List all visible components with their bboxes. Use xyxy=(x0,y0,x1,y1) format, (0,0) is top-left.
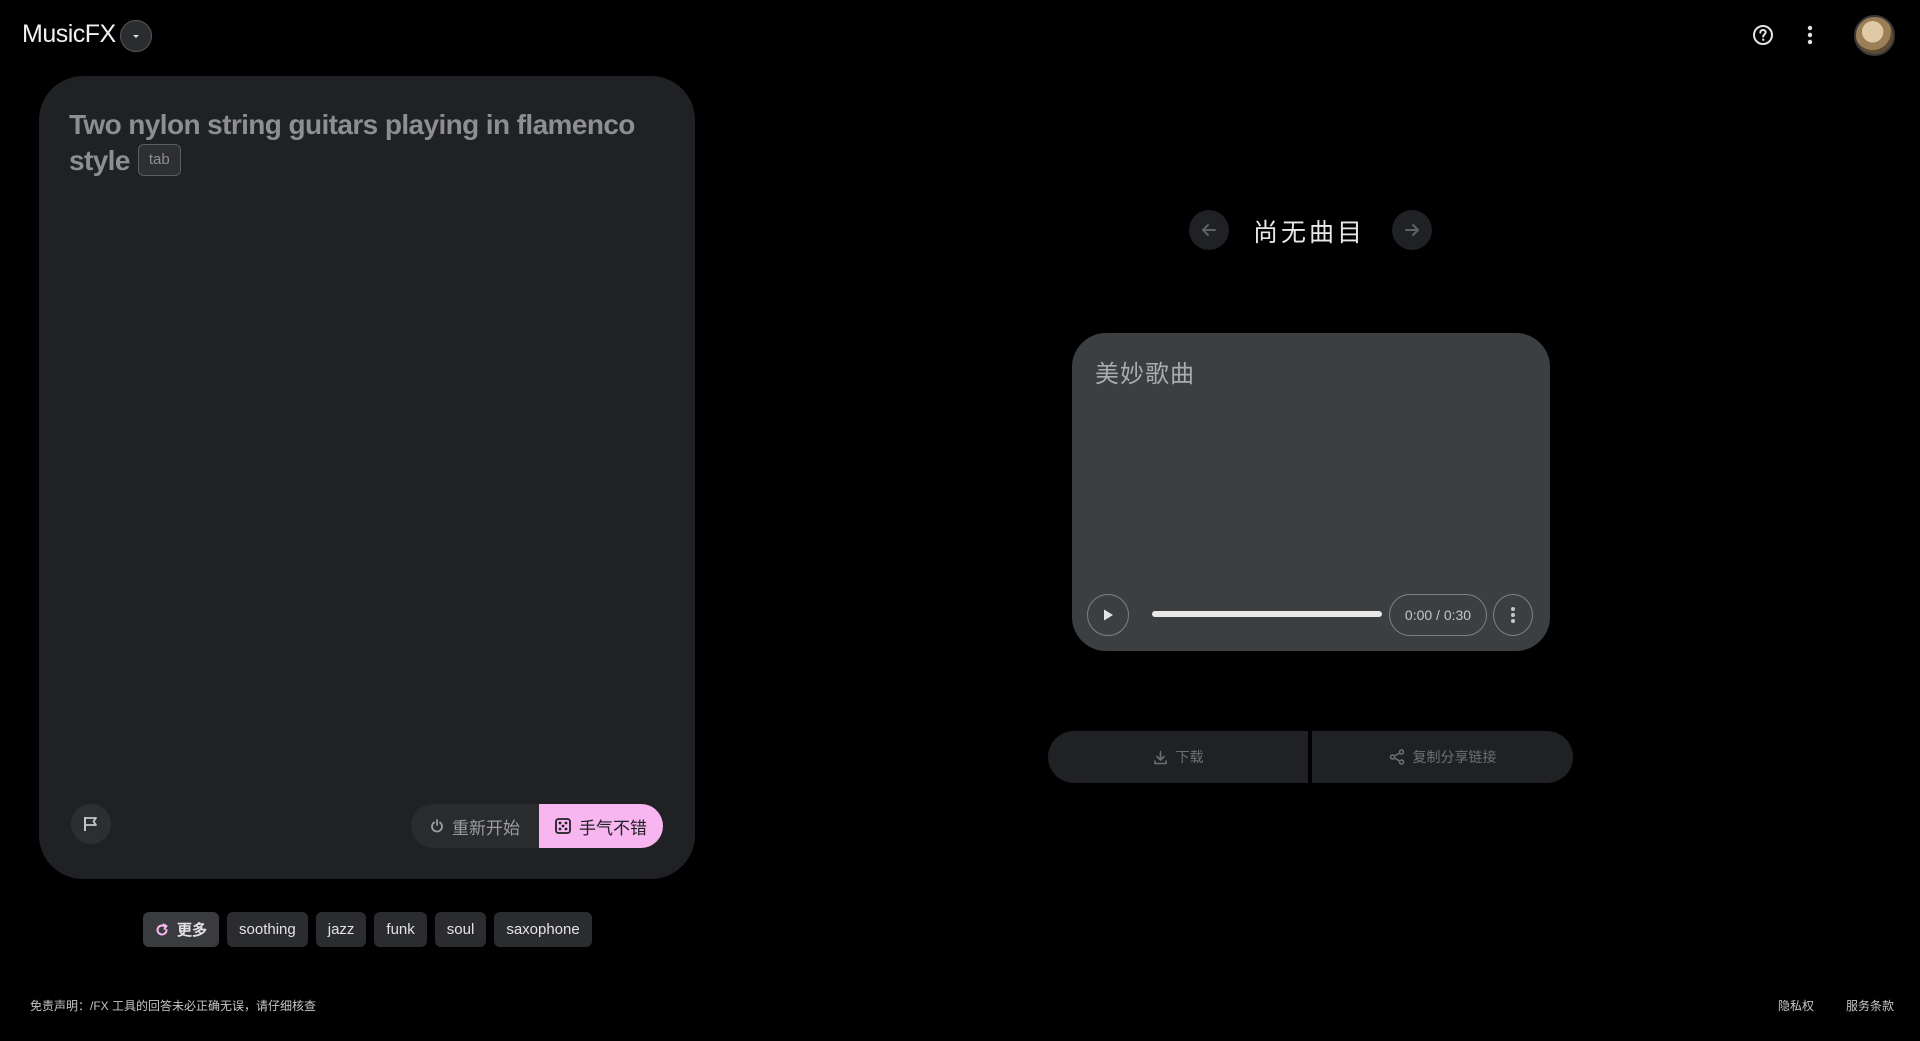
tab-hint-badge: tab xyxy=(137,144,181,177)
play-icon xyxy=(1104,609,1113,621)
prompt-input[interactable]: Two nylon string guitars playing in flam… xyxy=(69,107,659,179)
suggestion-chip[interactable]: funk xyxy=(374,912,427,947)
privacy-link[interactable]: 隐私权 xyxy=(1778,997,1814,1014)
report-button[interactable] xyxy=(71,804,111,844)
download-icon xyxy=(1153,750,1167,764)
progress-bar[interactable] xyxy=(1152,611,1382,617)
help-button[interactable] xyxy=(1748,20,1778,50)
terms-link[interactable]: 服务条款 xyxy=(1846,997,1894,1014)
next-track-button[interactable] xyxy=(1392,210,1432,250)
lucky-button[interactable]: 手气不错 xyxy=(539,804,663,848)
track-title: 尚无曲目 xyxy=(1252,219,1365,247)
share-label: 复制分享链接 xyxy=(1412,749,1497,765)
suggestion-chips: 更多 soothing jazz funk soul saxophone xyxy=(143,912,592,947)
suggestion-chip[interactable]: soul xyxy=(434,912,487,947)
download-label: 下载 xyxy=(1175,749,1204,765)
arrow-right-icon xyxy=(1405,224,1419,236)
reset-button[interactable]: 重新开始 xyxy=(411,804,539,848)
song-menu-button[interactable] xyxy=(1493,594,1533,636)
more-options-button[interactable] xyxy=(1795,20,1825,50)
suggestion-chip[interactable]: jazz xyxy=(315,912,367,947)
more-label: 更多 xyxy=(177,922,208,939)
help-icon xyxy=(1753,25,1773,45)
flag-icon xyxy=(84,817,97,831)
share-button[interactable]: 复制分享链接 xyxy=(1312,731,1573,783)
app-title: MusicFX xyxy=(22,20,116,48)
lucky-label: 手气不错 xyxy=(579,818,647,838)
prompt-card[interactable] xyxy=(39,76,695,879)
reset-label: 重新开始 xyxy=(452,818,520,838)
arrow-left-icon xyxy=(1202,224,1216,236)
song-name: 美妙歌曲 xyxy=(1095,361,1195,388)
power-icon xyxy=(431,819,443,833)
play-button[interactable] xyxy=(1087,594,1129,636)
more-suggestions-chip[interactable]: 更多 xyxy=(143,912,220,947)
download-button[interactable]: 下载 xyxy=(1048,731,1308,783)
more-vert-icon xyxy=(1807,25,1813,45)
suggestion-chip[interactable]: soothing xyxy=(227,912,308,947)
time-display: 0:00 / 0:30 xyxy=(1389,594,1487,636)
previous-track-button[interactable] xyxy=(1189,210,1229,250)
disclaimer-text: 免责声明：/FX 工具的回答未必正确无误，请仔细核查 xyxy=(30,999,317,1013)
more-vert-icon xyxy=(1511,607,1515,623)
app-switcher-button[interactable] xyxy=(120,20,152,52)
suggestion-chip[interactable]: saxophone xyxy=(494,912,592,947)
refresh-icon xyxy=(156,923,168,936)
avatar[interactable] xyxy=(1854,15,1895,56)
dice-icon xyxy=(555,818,571,834)
progress-fill xyxy=(1152,611,1382,617)
chevron-down-icon xyxy=(133,35,139,38)
share-icon xyxy=(1389,749,1404,765)
